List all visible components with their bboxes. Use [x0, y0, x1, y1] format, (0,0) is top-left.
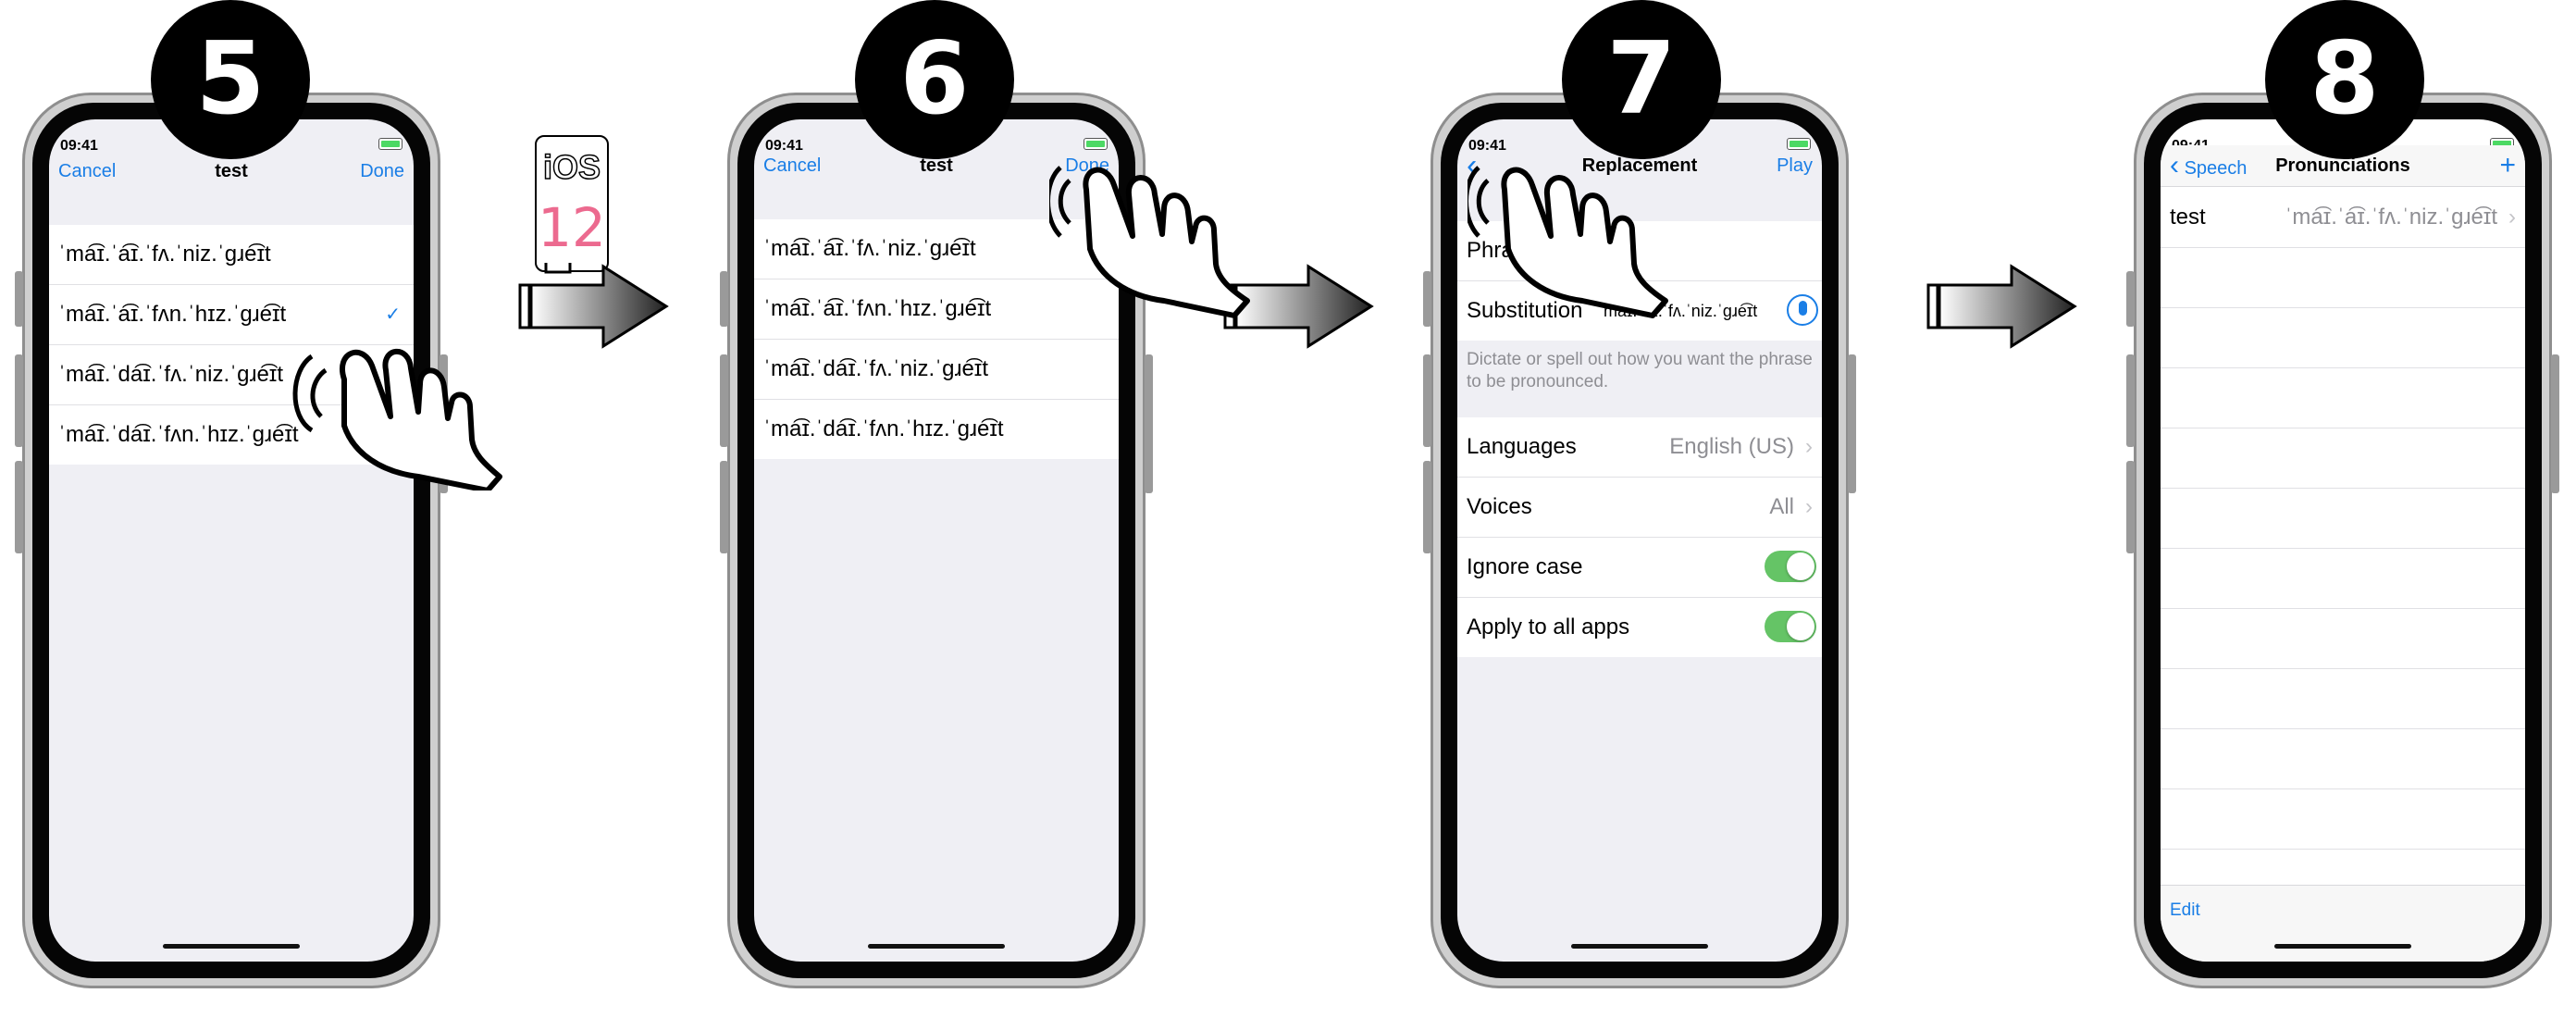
- play-button[interactable]: Play: [1777, 145, 1813, 186]
- step-7-badge: 7: [1562, 0, 1721, 159]
- home-indicator: [163, 944, 300, 949]
- empty-row: [2161, 729, 2525, 789]
- battery-icon: [378, 138, 402, 150]
- tap-hand-icon: [1049, 166, 1250, 318]
- empty-row: [2161, 428, 2525, 489]
- home-indicator: [2274, 944, 2411, 949]
- voices-row[interactable]: Voices All ›: [1457, 478, 1822, 538]
- voices-value: All: [1769, 494, 1794, 519]
- edit-button[interactable]: Edit: [2170, 900, 2200, 921]
- step-6-badge: 6: [855, 0, 1014, 159]
- tap-hand-icon: [292, 348, 502, 490]
- empty-row: [2161, 609, 2525, 669]
- chevron-right-icon: ›: [2508, 205, 2516, 230]
- ios-version-badge: iOS 12: [535, 135, 609, 272]
- tap-hand-icon: [1468, 166, 1668, 318]
- languages-row[interactable]: Languages English (US) ›: [1457, 417, 1822, 478]
- microphone-icon[interactable]: [1787, 294, 1818, 326]
- step-8-badge: 8: [2265, 0, 2424, 159]
- apply-all-apps-row: Apply to all apps: [1457, 598, 1822, 657]
- empty-row: [2161, 549, 2525, 609]
- empty-row: [2161, 669, 2525, 729]
- phone-step-5: 09:41 Cancel test Done ˈma͡ɪ.ˈa͡ɪ.ˈfʌ.ˈn…: [15, 93, 448, 988]
- ios-label: iOS: [542, 147, 601, 187]
- empty-row: [2161, 368, 2525, 428]
- list-item[interactable]: ˈma͡ɪ.ˈda͡ɪ.ˈfʌ.ˈniz.ˈɡɹe͡ɪt: [754, 340, 1119, 400]
- languages-value: English (US): [1669, 434, 1794, 459]
- empty-row: [2161, 789, 2525, 850]
- substitution-help-text: Dictate or spell out how you want the ph…: [1467, 350, 1813, 391]
- list-item[interactable]: test ˈma͡ɪ.ˈa͡ɪ.ˈfʌ.ˈniz.ˈɡɹe͡ɪt ›: [2161, 188, 2525, 248]
- toolbar: Edit: [2161, 885, 2525, 962]
- empty-row: [2161, 248, 2525, 308]
- chevron-right-icon: ›: [1805, 494, 1813, 519]
- list-item[interactable]: ˈma͡ɪ.ˈda͡ɪ.ˈfʌn.ˈhɪz.ˈɡɹe͡ɪt: [754, 400, 1119, 459]
- apply-all-apps-toggle[interactable]: [1765, 611, 1816, 642]
- empty-row: [2161, 308, 2525, 368]
- settings-list: Languages English (US) › Voices All › Ig…: [1457, 417, 1822, 657]
- home-indicator: [868, 944, 1005, 949]
- phone-step-8: 09:41 ‹ Speech Pronunciations + test ˈma…: [2126, 93, 2559, 988]
- step-5-badge: 5: [151, 0, 310, 159]
- ignore-case-toggle[interactable]: [1765, 551, 1816, 582]
- arrow-right-icon: [1926, 264, 2077, 349]
- add-button[interactable]: +: [2499, 145, 2516, 186]
- pronunciations-list: test ˈma͡ɪ.ˈa͡ɪ.ˈfʌ.ˈniz.ˈɡɹe͡ɪt ›: [2161, 188, 2525, 850]
- pronunciation-value: ˈma͡ɪ.ˈa͡ɪ.ˈfʌ.ˈniz.ˈɡɹe͡ɪt: [2285, 205, 2497, 230]
- home-indicator: [1571, 944, 1708, 949]
- empty-row: [2161, 489, 2525, 549]
- screen: 09:41 ‹ Speech Pronunciations + test ˈma…: [2161, 119, 2525, 962]
- ignore-case-row: Ignore case: [1457, 538, 1822, 598]
- ios-version: 12: [538, 196, 606, 259]
- chevron-right-icon: ›: [1805, 434, 1813, 459]
- done-button[interactable]: Done: [360, 151, 404, 192]
- arrow-right-icon: [518, 263, 669, 349]
- screen: 09:41 Cancel test Done ˈma͡ɪ.ˈa͡ɪ.ˈfʌ.ˈn…: [49, 119, 414, 962]
- list-item[interactable]: ˈma͡ɪ.ˈa͡ɪ.ˈfʌ.ˈniz.ˈɡɹe͡ɪt: [49, 225, 414, 285]
